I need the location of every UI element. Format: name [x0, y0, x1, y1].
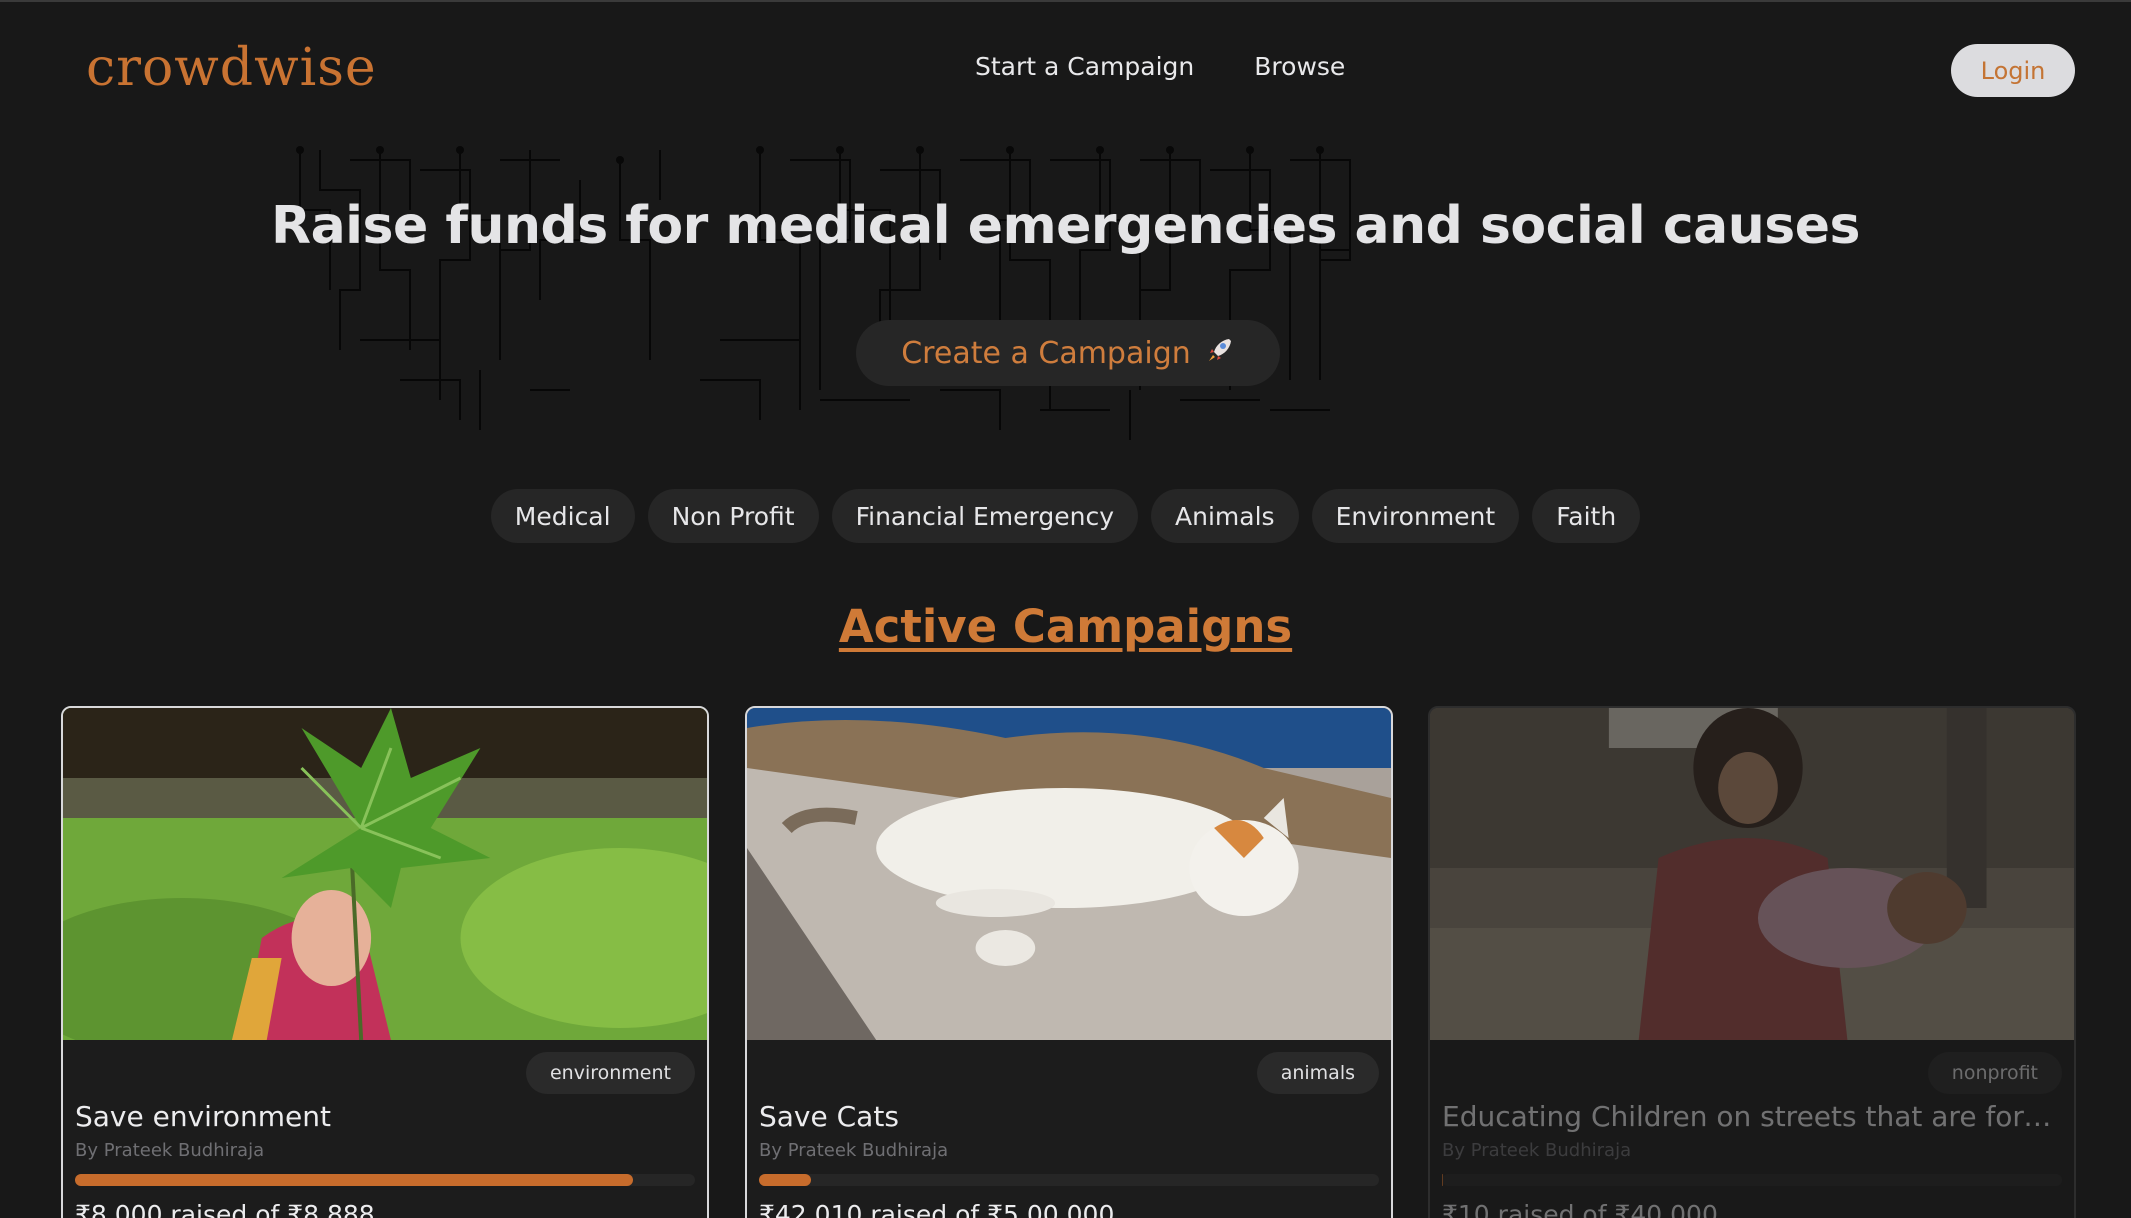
login-button[interactable]: Login [1951, 44, 2075, 97]
header: crowdwise Start a Campaign Browse Login [0, 0, 2131, 140]
rocket-icon [1205, 335, 1235, 372]
category-tag: nonprofit [1927, 1052, 2062, 1094]
campaign-card[interactable]: environment Save environment By Prateek … [61, 706, 709, 1218]
progress-bar [75, 1174, 695, 1186]
category-financial-emergency[interactable]: Financial Emergency [831, 489, 1139, 543]
campaign-amount: ₹10 raised of ₹40,000 [1442, 1200, 1718, 1218]
create-campaign-button[interactable]: Create a Campaign [856, 320, 1280, 386]
category-tag: environment [525, 1052, 695, 1094]
hero-title: Raise funds for medical emergencies and … [271, 196, 1860, 256]
campaign-title: Save environment [75, 1100, 331, 1133]
campaign-author: By Prateek Budhiraja [75, 1140, 265, 1161]
main-nav: Start a Campaign Browse [975, 52, 1345, 81]
create-campaign-label: Create a Campaign [901, 335, 1191, 371]
campaign-title: Educating Children on streets that are f… [1442, 1100, 2062, 1133]
progress-bar [1442, 1174, 2062, 1186]
nav-browse[interactable]: Browse [1254, 52, 1345, 81]
progress-fill [759, 1174, 812, 1186]
active-campaigns-heading: Active Campaigns [838, 600, 1293, 653]
category-animals[interactable]: Animals [1151, 489, 1299, 543]
progress-fill [75, 1174, 633, 1186]
campaign-card[interactable]: nonprofit Educating Children on streets … [1428, 706, 2076, 1218]
category-medical[interactable]: Medical [490, 489, 635, 543]
campaign-image-leaf [63, 708, 707, 1040]
campaign-author: By Prateek Budhiraja [1442, 1140, 1632, 1161]
category-list: Medical Non Profit Financial Emergency A… [0, 489, 2131, 543]
campaign-amount: ₹42,010 raised of ₹5,00,000 [759, 1200, 1115, 1218]
category-tag: animals [1256, 1052, 1379, 1094]
category-environment[interactable]: Environment [1311, 489, 1520, 543]
campaign-card[interactable]: animals Save Cats By Prateek Budhiraja ₹… [745, 706, 1393, 1218]
campaign-author: By Prateek Budhiraja [759, 1140, 949, 1161]
campaign-amount: ₹8,000 raised of ₹8,888 [75, 1200, 375, 1218]
circuit-pattern-background [296, 146, 1351, 440]
category-faith[interactable]: Faith [1532, 489, 1641, 543]
category-non-profit[interactable]: Non Profit [647, 489, 819, 543]
progress-bar [759, 1174, 1379, 1186]
logo[interactable]: crowdwise [86, 38, 377, 98]
campaign-title: Save Cats [759, 1100, 899, 1133]
campaign-image-children [1430, 708, 2074, 1040]
nav-start-campaign[interactable]: Start a Campaign [975, 52, 1194, 81]
campaign-image-cat [747, 708, 1391, 1040]
